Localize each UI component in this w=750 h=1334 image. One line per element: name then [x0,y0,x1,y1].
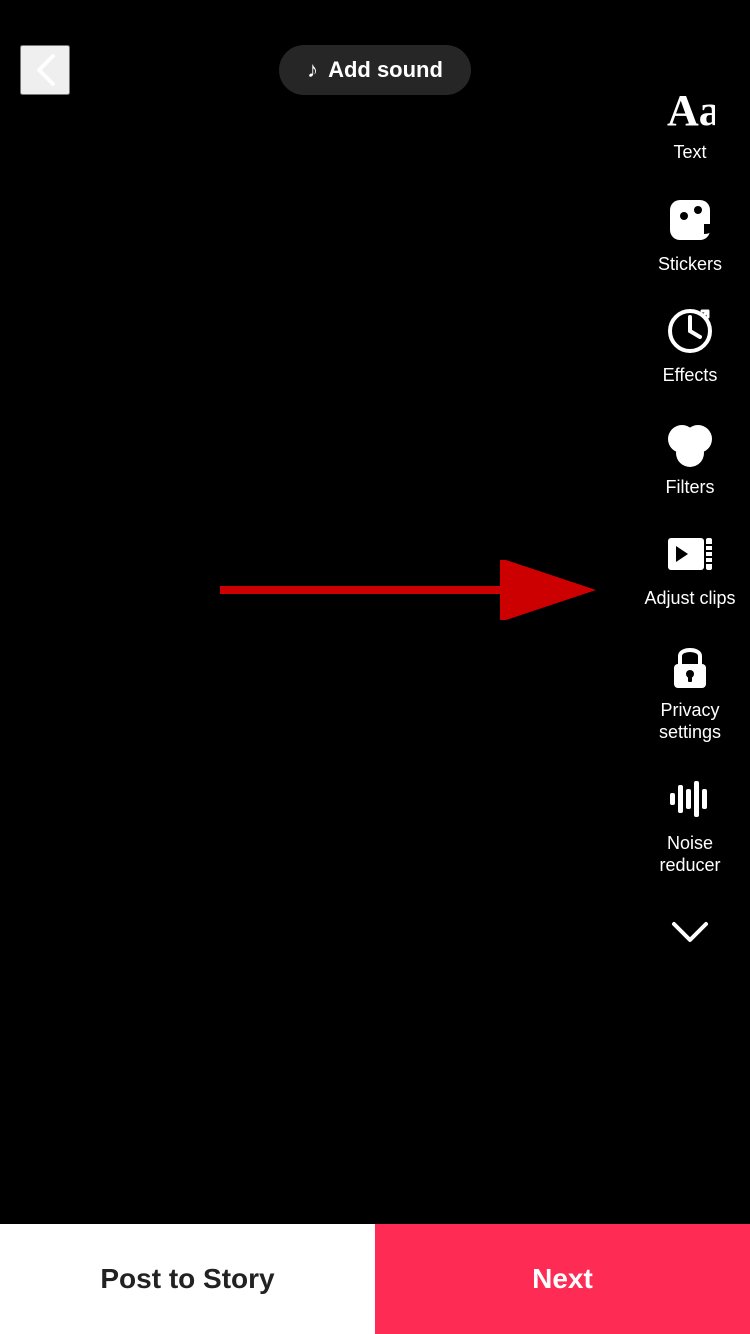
filters-icon [662,415,718,471]
effects-icon [662,303,718,359]
effects-label: Effects [663,365,718,387]
add-sound-button[interactable]: ♪ Add sound [279,45,471,95]
next-button[interactable]: Next [375,1224,750,1334]
right-sidebar: Aa Text Stickers [630,60,750,994]
sidebar-item-text[interactable]: Aa Text [630,80,750,164]
bottom-bar: Post to Story Next [0,1224,750,1334]
music-note-icon: ♪ [307,57,318,83]
sidebar-item-noise-reducer[interactable]: Noise reducer [630,771,750,876]
noise-reducer-icon [662,771,718,827]
stickers-label: Stickers [658,254,722,276]
adjust-clips-label: Adjust clips [644,588,735,610]
sidebar-item-stickers[interactable]: Stickers [630,192,750,276]
add-sound-label: Add sound [328,57,443,83]
svg-text:Aa: Aa [667,86,715,133]
sidebar-item-privacy-settings[interactable]: Privacy settings [630,638,750,743]
adjust-clips-icon [662,526,718,582]
stickers-icon [662,192,718,248]
filters-label: Filters [666,477,715,499]
arrow-annotation [200,560,620,620]
post-to-story-label: Post to Story [100,1263,274,1295]
next-label: Next [532,1263,593,1295]
sidebar-item-filters[interactable]: Filters [630,415,750,499]
chevron-down-icon [662,904,718,960]
privacy-icon [662,638,718,694]
text-label: Text [673,142,706,164]
sidebar-item-more[interactable] [630,904,750,966]
privacy-settings-label: Privacy settings [640,700,740,743]
noise-reducer-label: Noise reducer [640,833,740,876]
sidebar-item-effects[interactable]: Effects [630,303,750,387]
sidebar-item-adjust-clips[interactable]: Adjust clips [630,526,750,610]
back-button[interactable] [20,45,70,95]
text-icon: Aa [662,80,718,136]
post-to-story-button[interactable]: Post to Story [0,1224,375,1334]
